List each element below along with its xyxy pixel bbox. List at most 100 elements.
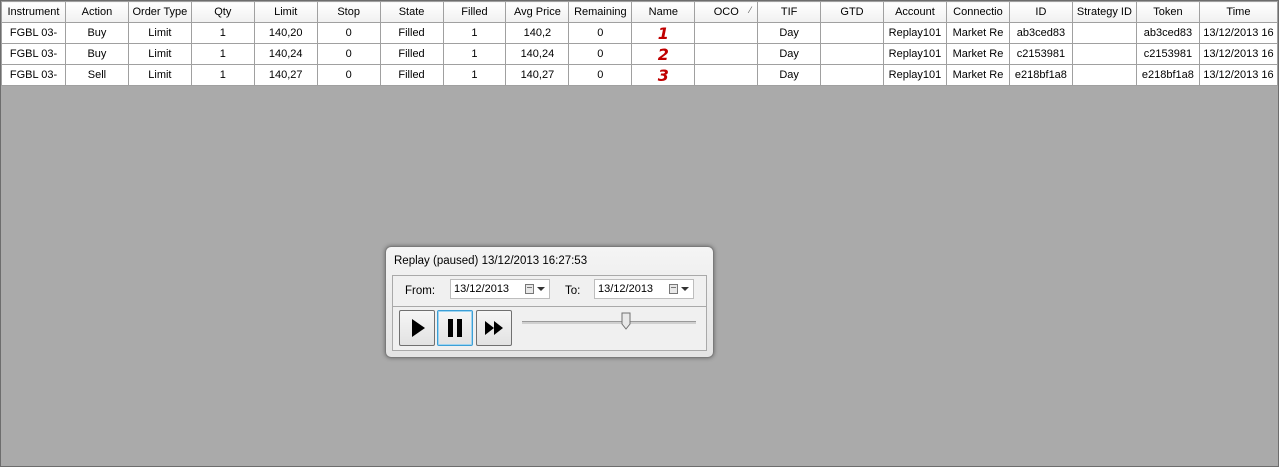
replay-title: Replay (paused) 13/12/2013 16:27:53 [394, 255, 588, 267]
column-header-instrument[interactable]: Instrument [1, 1, 66, 23]
table-cell: 1 [190, 64, 255, 86]
column-header-tif[interactable]: TIF [757, 1, 822, 23]
table-cell: Filled [379, 22, 444, 44]
column-header-id[interactable]: ID [1008, 1, 1073, 23]
pause-icon [448, 319, 462, 337]
to-date-picker[interactable]: 13/12/2013 [594, 279, 694, 299]
orders-table: Instrument Action Order Type Qty Limit Stop St… [1, 1, 1279, 86]
orders-grid-area: Instrument Action Order Type Qty Limit Stop St… [0, 0, 1279, 467]
table-cell: 140,2 [505, 22, 570, 44]
calendar-icon[interactable] [525, 284, 534, 294]
table-cell: Limit [127, 64, 192, 86]
replay-speed-slider-thumb[interactable] [621, 312, 631, 330]
from-label: From: [405, 285, 436, 297]
table-cell: 2 [631, 43, 696, 65]
table-cell: 140,24 [253, 43, 318, 65]
fast-forward-icon [485, 321, 503, 335]
table-cell [820, 22, 884, 44]
replay-date-row: From: 13/12/2013 To: 13/12/2013 [393, 276, 706, 307]
column-header-avg-price[interactable]: Avg Price [505, 1, 570, 23]
table-cell: Buy [64, 22, 129, 44]
table-cell: 1 [190, 43, 255, 65]
to-label: To: [565, 285, 581, 297]
pause-button[interactable] [437, 310, 473, 346]
replay-speed-slider-track[interactable] [522, 321, 696, 324]
table-cell: c2153981 [1135, 43, 1200, 65]
table-cell: 1 [631, 22, 696, 44]
chevron-down-icon[interactable] [681, 287, 689, 291]
table-cell: FGBL 03- [1, 64, 66, 86]
table-cell [1071, 64, 1137, 86]
table-cell: 0 [316, 22, 381, 44]
column-header-action[interactable]: Action [64, 1, 129, 23]
table-row[interactable]: FGBL 03- Sell Limit 1 140,27 0 Filled 1 140,27 0 3… [1, 64, 1279, 86]
table-cell: Limit [127, 43, 192, 65]
column-header-limit[interactable]: Limit [253, 1, 318, 23]
table-cell: c2153981 [1008, 43, 1073, 65]
orders-body: FGBL 03- Buy Limit 1 140,20 0 Filled 1 140,2 0 1 Da… [1, 22, 1279, 86]
table-cell: e218bf1a8 [1135, 64, 1200, 86]
column-header-name[interactable]: Name [631, 1, 696, 23]
table-cell: Replay101 [882, 64, 947, 86]
table-cell: Market Re [945, 43, 1010, 65]
play-button[interactable] [399, 310, 435, 346]
table-cell: 140,24 [505, 43, 570, 65]
table-cell: 1 [442, 64, 507, 86]
column-header-filled[interactable]: Filled [442, 1, 507, 23]
from-date-picker[interactable]: 13/12/2013 [450, 279, 550, 299]
table-cell: Day [757, 64, 822, 86]
table-cell: ab3ced83 [1135, 22, 1200, 44]
table-cell: Replay101 [882, 22, 947, 44]
column-header-qty[interactable]: Qty [190, 1, 255, 23]
table-cell: Day [757, 43, 822, 65]
column-header-connectio[interactable]: Connectio [945, 1, 1010, 23]
table-cell: Market Re [945, 64, 1010, 86]
table-row[interactable]: FGBL 03- Buy Limit 1 140,20 0 Filled 1 140,2 0 1 Da… [1, 22, 1279, 44]
table-cell: 140,20 [253, 22, 318, 44]
table-cell: 1 [442, 22, 507, 44]
table-cell: 0 [316, 64, 381, 86]
table-cell [694, 64, 759, 86]
table-cell: FGBL 03- [1, 43, 66, 65]
column-header-strategy-id[interactable]: Strategy ID [1071, 1, 1137, 23]
table-cell: Day [757, 22, 822, 44]
replay-window[interactable]: Replay (paused) 13/12/2013 16:27:53 From… [385, 246, 714, 358]
column-header-time[interactable]: Time [1198, 1, 1279, 23]
table-cell: 1 [442, 43, 507, 65]
to-date-value: 13/12/2013 [598, 283, 654, 295]
table-cell: Replay101 [882, 43, 947, 65]
table-cell: 13/12/2013 16 [1198, 64, 1279, 86]
table-cell: 140,27 [505, 64, 570, 86]
table-cell: Limit [127, 22, 192, 44]
column-header-account[interactable]: Account [882, 1, 947, 23]
table-cell [694, 22, 759, 44]
column-header-gtd[interactable]: GTD [820, 1, 884, 23]
column-header-state[interactable]: State [379, 1, 444, 23]
table-cell: 0 [568, 22, 633, 44]
from-date-value: 13/12/2013 [454, 283, 510, 295]
orders-header-row: Instrument Action Order Type Qty Limit Stop St… [1, 1, 1279, 23]
table-cell: Sell [64, 64, 129, 86]
calendar-icon[interactable] [669, 284, 678, 294]
fast-forward-button[interactable] [476, 310, 512, 346]
table-cell: 140,27 [253, 64, 318, 86]
column-header-stop[interactable]: Stop [316, 1, 381, 23]
play-icon [412, 319, 425, 337]
column-header-token[interactable]: Token [1135, 1, 1200, 23]
table-cell [694, 43, 759, 65]
column-header-oco[interactable]: OCO ⁄ [694, 1, 759, 23]
table-cell [1071, 43, 1137, 65]
table-cell: 0 [316, 43, 381, 65]
table-cell: 13/12/2013 16 [1198, 43, 1279, 65]
table-row[interactable]: FGBL 03- Buy Limit 1 140,24 0 Filled 1 140,24 0 2 D… [1, 43, 1279, 65]
table-cell [820, 64, 884, 86]
column-header-order-type[interactable]: Order Type [127, 1, 192, 23]
table-cell: 3 [631, 64, 696, 86]
sort-indicator-icon: ⁄ [749, 5, 752, 15]
replay-panel: From: 13/12/2013 To: 13/12/2013 [392, 275, 707, 351]
order-name-label: 2 [657, 44, 669, 64]
table-cell: Market Re [945, 22, 1010, 44]
column-header-remaining[interactable]: Remaining [568, 1, 633, 23]
table-cell [1071, 22, 1137, 44]
chevron-down-icon[interactable] [537, 287, 545, 291]
